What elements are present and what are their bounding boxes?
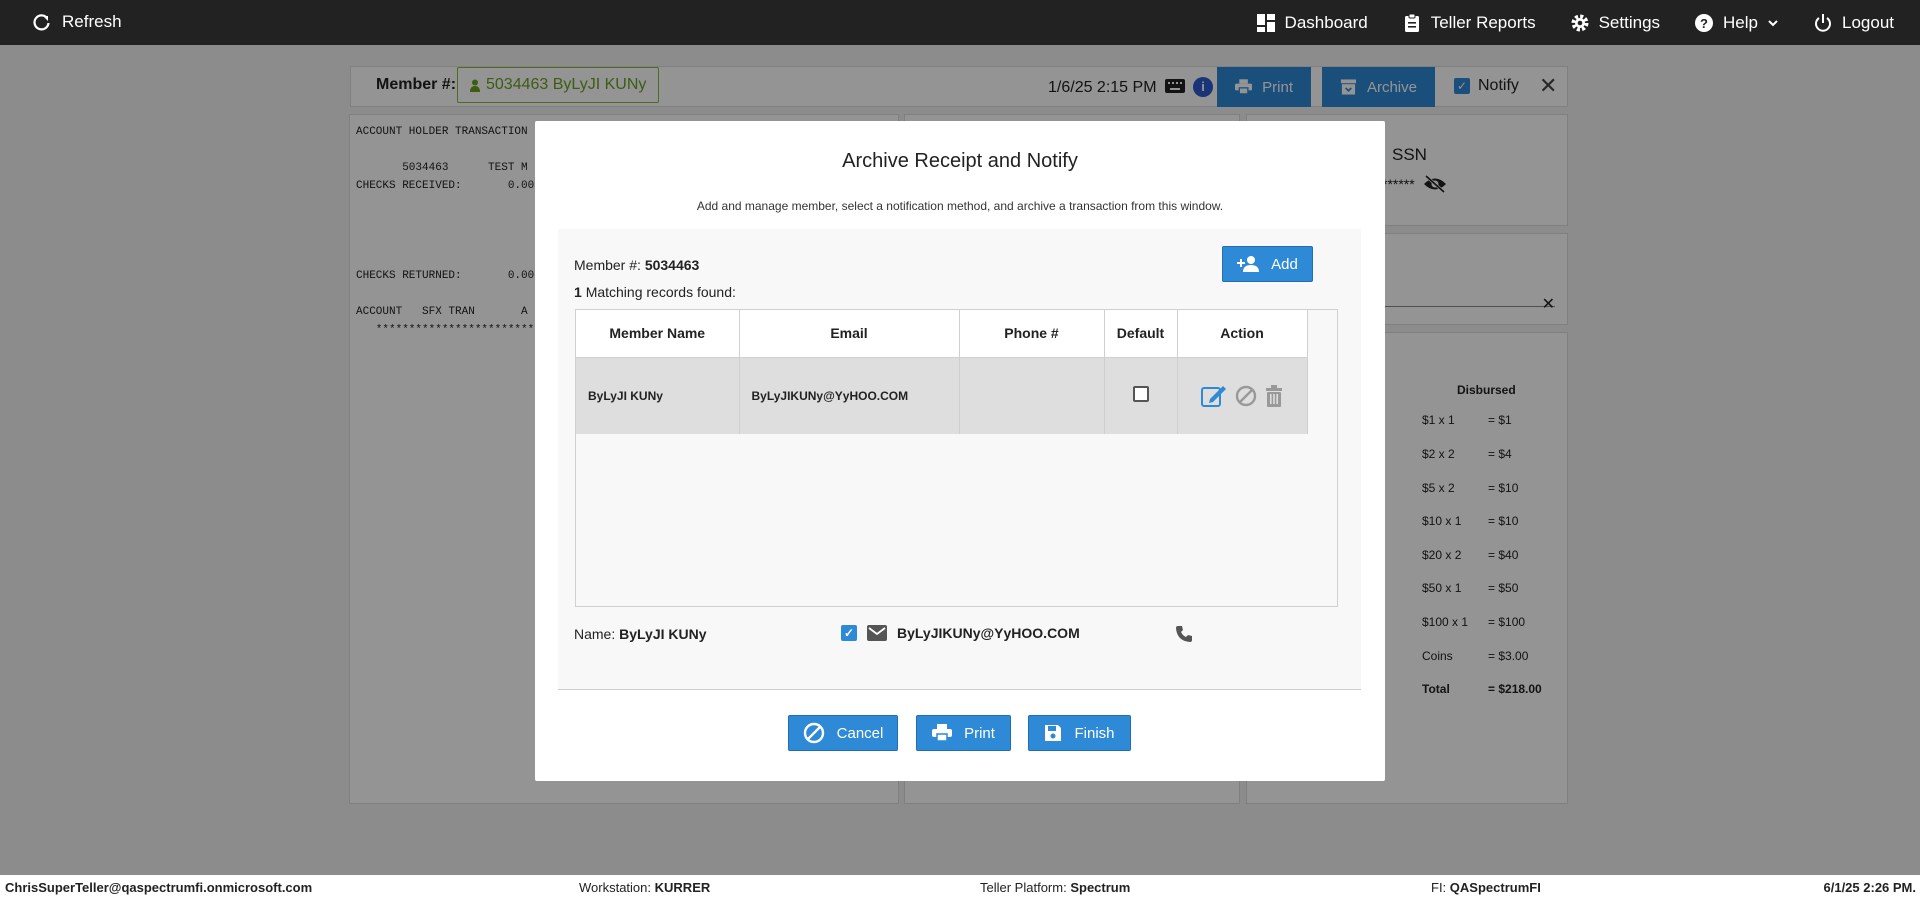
- nav-help[interactable]: ? Help: [1694, 13, 1779, 33]
- cancel-icon: [803, 722, 824, 744]
- row-actions: [1177, 357, 1308, 434]
- email-notify-value: ByLyJIKUNy@YyHOO.COM: [897, 625, 1080, 641]
- block-icon[interactable]: [1235, 385, 1257, 407]
- name-value: ByLyJI KUNy: [619, 626, 707, 642]
- nav-help-label: Help: [1723, 12, 1758, 32]
- status-bar: ChrisSuperTeller@qaspectrumfi.onmicrosof…: [0, 875, 1920, 901]
- refresh-icon: [33, 14, 50, 31]
- row-member-name: ByLyJI KUNy: [576, 357, 740, 434]
- top-bar: Refresh Dashboard Teller Reports Setting…: [0, 0, 1920, 45]
- status-user: ChrisSuperTeller@qaspectrumfi.onmicrosof…: [5, 880, 313, 895]
- table-row[interactable]: ByLyJI KUNy ByLyJIKUNy@YyHOO.COM: [576, 357, 1308, 434]
- row-email: ByLyJIKUNy@YyHOO.COM: [739, 357, 960, 434]
- member-table: Member Name Email Phone # Default Action…: [575, 309, 1338, 607]
- archive-notify-dialog: Archive Receipt and Notify Add and manag…: [535, 121, 1385, 781]
- nav-teller-reports-label: Teller Reports: [1430, 12, 1536, 32]
- member-notify-section: Member #: 5034463 1 Matching records fou…: [558, 229, 1361, 690]
- col-action: Action: [1177, 310, 1308, 358]
- member-number-row: Member #: 5034463: [574, 257, 699, 273]
- selected-name-row: Name: ByLyJI KUNy: [574, 626, 707, 642]
- refresh-button[interactable]: Refresh: [32, 12, 122, 32]
- power-icon: [1815, 13, 1831, 32]
- name-label: Name:: [574, 626, 616, 642]
- match-count: 1: [574, 284, 582, 300]
- edit-icon[interactable]: [1201, 384, 1227, 408]
- member-number-value: 5034463: [644, 257, 700, 273]
- save-icon: [1045, 725, 1062, 741]
- print-button[interactable]: Print: [916, 715, 1011, 751]
- dialog-title: Archive Receipt and Notify: [842, 150, 1078, 172]
- nav-logout-label: Logout: [1842, 12, 1894, 32]
- col-member-name: Member Name: [576, 310, 740, 358]
- table-header-row: Member Name Email Phone # Default Action: [576, 310, 1308, 358]
- printer-icon: [932, 724, 953, 742]
- gear-icon: [1571, 14, 1589, 31]
- email-notify-row: ✓ ByLyJIKUNy@YyHOO.COM: [841, 625, 1080, 641]
- print-label: Print: [964, 724, 995, 742]
- finish-button[interactable]: Finish: [1028, 715, 1131, 751]
- clipboard-icon: [1404, 13, 1419, 32]
- workstation-label: Workstation:: [579, 880, 652, 895]
- add-member-label: Add: [1271, 255, 1298, 273]
- row-phone: [959, 357, 1105, 434]
- platform-value: Spectrum: [1070, 880, 1131, 895]
- status-fi: FI: QASpectrumFI: [1431, 880, 1541, 895]
- add-user-icon: [1237, 256, 1260, 272]
- envelope-icon: [867, 625, 887, 641]
- row-default-cell: [1104, 357, 1178, 434]
- nav-dashboard[interactable]: Dashboard: [1256, 13, 1368, 33]
- top-nav: Dashboard Teller Reports Settings ? Help…: [1256, 0, 1894, 45]
- member-table-grid: Member Name Email Phone # Default Action…: [576, 310, 1308, 434]
- row-action-icons: [1178, 384, 1307, 408]
- default-checkbox[interactable]: [1132, 386, 1149, 403]
- phone-icon[interactable]: [1175, 625, 1193, 643]
- cancel-button[interactable]: Cancel: [788, 715, 898, 751]
- nav-dashboard-label: Dashboard: [1284, 12, 1368, 32]
- col-phone: Phone #: [959, 310, 1105, 358]
- dialog-subtitle: Add and manage member, select a notifica…: [696, 199, 1224, 213]
- match-text: Matching records found:: [585, 284, 736, 300]
- fi-label: FI:: [1431, 880, 1447, 895]
- nav-logout[interactable]: Logout: [1813, 13, 1894, 33]
- nav-settings-label: Settings: [1598, 12, 1661, 32]
- platform-label: Teller Platform:: [980, 880, 1067, 895]
- finish-label: Finish: [1074, 724, 1115, 742]
- member-number-label: Member #:: [574, 257, 641, 273]
- dashboard-icon: [1256, 13, 1275, 32]
- trash-icon[interactable]: [1265, 384, 1283, 407]
- nav-settings[interactable]: Settings: [1570, 13, 1660, 33]
- fi-value: QASpectrumFI: [1449, 880, 1541, 895]
- status-datetime: 6/1/25 2:26 PM.: [1823, 880, 1917, 895]
- workstation-value: KURRER: [654, 880, 711, 895]
- svg-text:?: ?: [1700, 16, 1708, 31]
- match-summary: 1 Matching records found:: [574, 284, 736, 300]
- email-notify-checkbox[interactable]: ✓: [841, 625, 857, 641]
- nav-teller-reports[interactable]: Teller Reports: [1402, 13, 1536, 33]
- add-member-button[interactable]: Add: [1222, 246, 1313, 282]
- status-platform: Teller Platform: Spectrum: [980, 880, 1130, 895]
- col-default: Default: [1104, 310, 1178, 358]
- chevron-down-icon: [1768, 19, 1778, 26]
- cancel-label: Cancel: [836, 724, 884, 742]
- col-email: Email: [739, 310, 960, 358]
- refresh-label: Refresh: [62, 12, 122, 31]
- help-icon: ?: [1695, 13, 1714, 32]
- status-workstation: Workstation: KURRER: [579, 880, 710, 895]
